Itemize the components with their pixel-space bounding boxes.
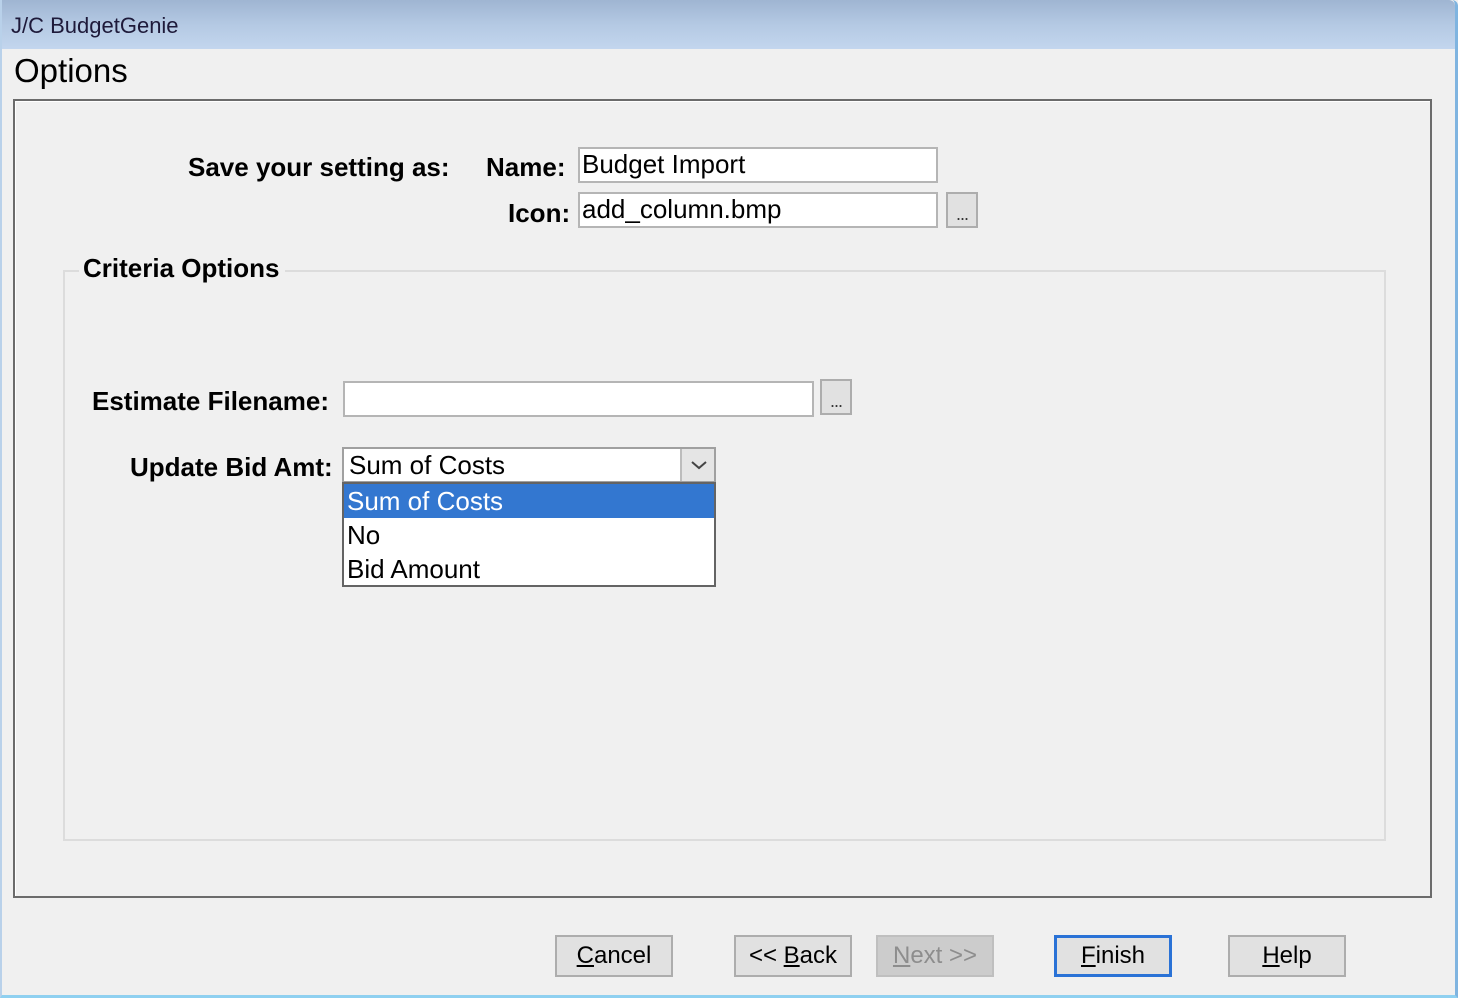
back-label-rest: ack: [799, 942, 838, 969]
name-label: Name:: [486, 152, 566, 182]
help-button[interactable]: Help: [1228, 935, 1346, 977]
estimate-browse-button[interactable]: ...: [820, 379, 852, 415]
next-mnemonic: N: [892, 942, 911, 969]
cancel-button[interactable]: Cancel: [555, 935, 673, 977]
save-settings-label: Save your setting as:: [188, 152, 450, 182]
update-bid-label: Update Bid Amt:: [130, 452, 333, 482]
back-button[interactable]: << Back: [734, 935, 852, 977]
chevron-down-icon: [691, 461, 707, 470]
criteria-options-title: Criteria Options: [79, 253, 286, 284]
help-mnemonic: H: [1262, 942, 1280, 969]
dialog-window: J/C BudgetGenie Options Save your settin…: [0, 0, 1458, 998]
dropdown-option-bid-amount[interactable]: Bid Amount: [344, 552, 714, 586]
dropdown-option-sum-of-costs[interactable]: Sum of Costs: [344, 484, 714, 518]
estimate-filename-label: Estimate Filename:: [92, 386, 329, 416]
update-bid-select[interactable]: Sum of Costs: [342, 447, 716, 483]
finish-button[interactable]: Finish: [1054, 935, 1172, 977]
window-title: J/C BudgetGenie: [11, 13, 179, 38]
update-bid-dropdown-list: Sum of Costs No Bid Amount: [342, 482, 716, 587]
finish-label-rest: inish: [1095, 942, 1146, 969]
icon-label: Icon:: [508, 198, 571, 228]
title-bar[interactable]: J/C BudgetGenie: [2, 0, 1455, 49]
dropdown-toggle[interactable]: [680, 449, 714, 481]
cancel-mnemonic: C: [576, 942, 594, 969]
help-label-rest: elp: [1279, 942, 1312, 969]
icon-input[interactable]: add_column.bmp: [578, 192, 938, 228]
estimate-filename-input[interactable]: [343, 381, 814, 417]
criteria-options-group: Criteria Options: [63, 253, 1386, 841]
back-label-prefix: <<: [748, 942, 784, 969]
page-heading: Options: [14, 52, 128, 89]
icon-browse-button[interactable]: ...: [946, 192, 978, 228]
next-button: Next >>: [876, 935, 994, 977]
cancel-label-rest: ancel: [593, 942, 652, 969]
back-mnemonic: B: [783, 942, 800, 969]
finish-mnemonic: F: [1080, 942, 1096, 969]
next-label-rest: ext >>: [910, 942, 978, 969]
name-input[interactable]: Budget Import: [578, 147, 938, 183]
dropdown-option-no[interactable]: No: [344, 518, 714, 552]
update-bid-selected-value: Sum of Costs: [349, 450, 506, 480]
options-panel: Save your setting as: Name: Budget Impor…: [13, 99, 1432, 898]
